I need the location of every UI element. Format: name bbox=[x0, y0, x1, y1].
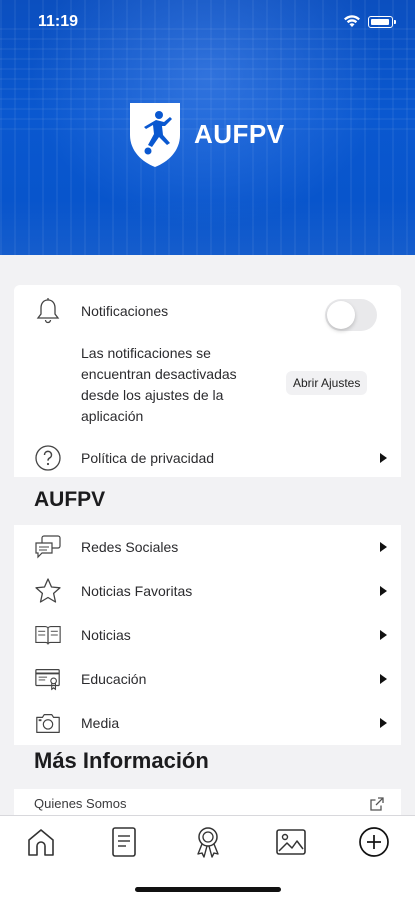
certificate-icon bbox=[34, 665, 62, 693]
privacy-label: Política de privacidad bbox=[81, 450, 215, 466]
shield-logo-icon bbox=[130, 103, 180, 167]
bell-icon bbox=[34, 297, 62, 325]
status-bar: 11:19 bbox=[0, 0, 415, 44]
menu-item-label: Redes Sociales bbox=[81, 539, 179, 555]
notifications-label: Notificaciones bbox=[81, 303, 169, 319]
aufpv-menu-card: Redes Sociales Noticias Favoritas Notici… bbox=[14, 525, 401, 745]
tab-home[interactable] bbox=[23, 824, 59, 860]
star-icon bbox=[34, 577, 62, 605]
menu-item-label: Noticias bbox=[81, 627, 131, 643]
chevron-right-icon bbox=[380, 718, 387, 728]
tab-bar bbox=[0, 815, 415, 900]
chevron-right-icon bbox=[380, 542, 387, 552]
camera-icon bbox=[34, 709, 62, 737]
menu-item-media[interactable]: Media bbox=[14, 701, 401, 745]
brand-logo: AUFPV bbox=[126, 98, 285, 170]
tab-documents[interactable] bbox=[106, 824, 142, 860]
section-title-aufpv: AUFPV bbox=[34, 488, 106, 511]
document-icon bbox=[112, 827, 136, 857]
award-icon bbox=[197, 827, 219, 858]
header-bottom-band bbox=[0, 200, 415, 255]
header-banner: 11:19 AUFPV bbox=[0, 0, 415, 255]
menu-item-redes-sociales[interactable]: Redes Sociales bbox=[14, 525, 401, 569]
menu-item-label: Noticias Favoritas bbox=[81, 583, 193, 599]
menu-item-label: Educación bbox=[81, 671, 147, 687]
notifications-card: Notificaciones Las notificaciones se enc… bbox=[14, 285, 401, 439]
add-circle-icon bbox=[359, 827, 389, 857]
wifi-icon bbox=[344, 15, 360, 27]
menu-item-noticias[interactable]: Noticias bbox=[14, 613, 401, 657]
section-title-more-info: Más Información bbox=[34, 748, 209, 773]
notifications-row: Notificaciones bbox=[14, 289, 401, 333]
toggle-knob bbox=[327, 301, 355, 329]
menu-item-educacion[interactable]: Educación bbox=[14, 657, 401, 701]
menu-item-label: Media bbox=[81, 715, 120, 731]
help-icon bbox=[34, 444, 62, 472]
brand-name: AUFPV bbox=[194, 118, 285, 149]
menu-item-noticias-favoritas[interactable]: Noticias Favoritas bbox=[14, 569, 401, 613]
gallery-icon bbox=[276, 829, 306, 855]
about-us-link[interactable]: Quienes Somos bbox=[34, 796, 127, 811]
tab-awards[interactable] bbox=[190, 824, 226, 860]
home-indicator bbox=[135, 887, 281, 892]
home-icon bbox=[28, 829, 54, 856]
external-link-icon[interactable] bbox=[369, 796, 385, 812]
privacy-row[interactable]: Política de privacidad bbox=[14, 436, 401, 480]
chevron-right-icon bbox=[380, 586, 387, 596]
status-time: 11:19 bbox=[38, 13, 79, 30]
privacy-card: Política de privacidad bbox=[14, 439, 401, 477]
chevron-right-icon bbox=[380, 630, 387, 640]
tab-add[interactable] bbox=[356, 824, 392, 860]
notifications-toggle[interactable] bbox=[325, 299, 377, 331]
notifications-notice: Las notificaciones se encuentran desacti… bbox=[81, 345, 237, 424]
book-icon bbox=[34, 621, 62, 649]
chevron-right-icon bbox=[380, 453, 387, 463]
settings-content: Notificaciones Las notificaciones se enc… bbox=[0, 255, 415, 819]
chat-bubbles-icon bbox=[34, 533, 62, 561]
chevron-right-icon bbox=[380, 674, 387, 684]
battery-icon bbox=[368, 16, 396, 28]
tab-gallery[interactable] bbox=[273, 824, 309, 860]
open-settings-button[interactable]: Abrir Ajustes bbox=[286, 371, 368, 395]
